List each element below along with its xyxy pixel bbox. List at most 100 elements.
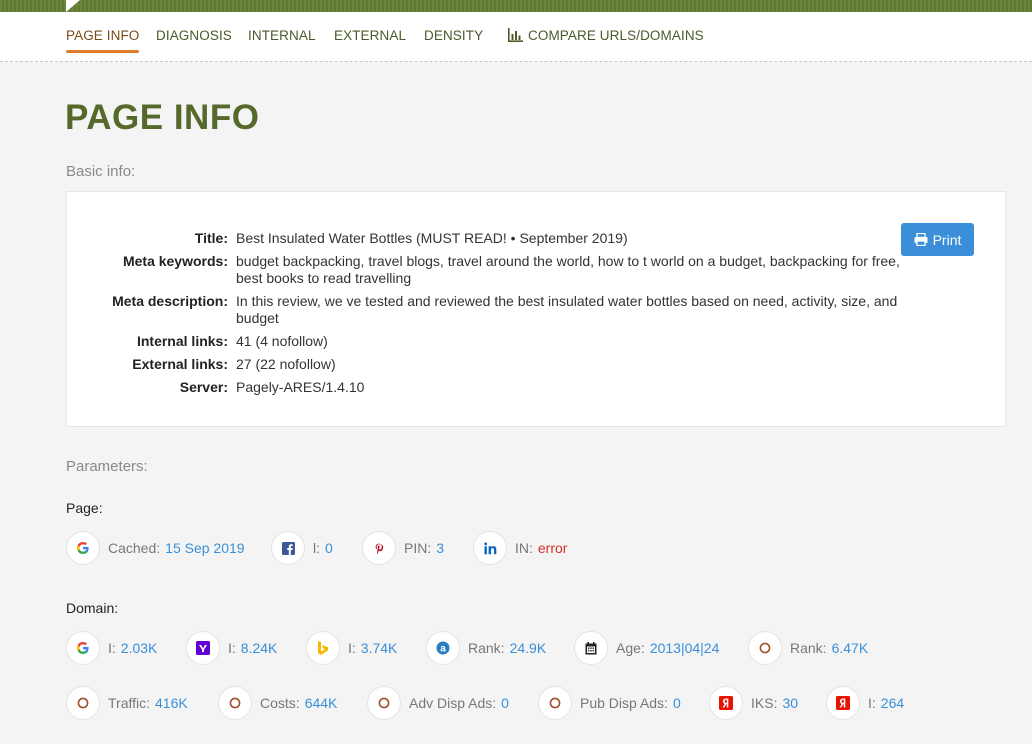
- info-row-meta-description: Meta description: In this review, we ve …: [67, 293, 907, 327]
- metric-label: I:: [348, 640, 356, 656]
- metric-label: Pub Disp Ads:: [580, 695, 668, 711]
- metric-value[interactable]: 2013|04|24: [650, 640, 720, 656]
- nav-tab-density[interactable]: DENSITY: [424, 28, 483, 43]
- metric-yahoo-index: I: 8.24K: [186, 631, 277, 665]
- metric-value[interactable]: 0: [325, 540, 333, 556]
- metric-pinterest: PIN: 3: [362, 531, 444, 565]
- metric-label: l:: [313, 540, 320, 556]
- nav-tab-page-info[interactable]: PAGE INFO: [66, 28, 140, 53]
- metric-label: IN:: [515, 540, 533, 556]
- metric-value[interactable]: 416K: [155, 695, 188, 711]
- info-label: External links:: [132, 356, 228, 372]
- info-label: Meta description:: [112, 293, 228, 309]
- svg-text:a: a: [440, 643, 446, 654]
- metric-label: Age:: [616, 640, 645, 656]
- info-value: 27 (22 nofollow): [236, 356, 336, 372]
- linkedin-icon: [473, 531, 507, 565]
- metric-value[interactable]: 6.47K: [832, 640, 869, 656]
- calendar-icon: [574, 631, 608, 665]
- metric-value[interactable]: 0: [501, 695, 509, 711]
- semrush-icon: [218, 686, 252, 720]
- metric-alexa-rank: a Rank: 24.9K: [426, 631, 546, 665]
- metric-value[interactable]: 3.74K: [361, 640, 398, 656]
- metric-value[interactable]: 264: [881, 695, 904, 711]
- info-value: Best Insulated Water Bottles (MUST READ!…: [236, 230, 628, 246]
- print-button-label: Print: [932, 231, 962, 248]
- printer-icon: [914, 233, 928, 246]
- info-row-title: Title: Best Insulated Water Bottles (MUS…: [67, 230, 907, 247]
- info-value: 41 (4 nofollow): [236, 333, 328, 349]
- metric-adv-disp-ads: Adv Disp Ads: 0: [367, 686, 509, 720]
- parameters-heading: Parameters:: [66, 458, 148, 475]
- metric-value[interactable]: 30: [782, 695, 798, 711]
- metric-label: Rank:: [468, 640, 505, 656]
- info-value: budget backpacking, travel blogs, travel…: [236, 253, 900, 286]
- metric-google-cached: Cached: 15 Sep 2019: [66, 531, 245, 565]
- metric-semrush-costs: Costs: 644K: [218, 686, 337, 720]
- semrush-icon: [748, 631, 782, 665]
- basic-info-panel: Title: Best Insulated Water Bottles (MUS…: [66, 191, 1006, 427]
- metric-label: Costs:: [260, 695, 300, 711]
- top-decorative-bar: [0, 0, 1032, 12]
- metric-facebook: l: 0: [271, 531, 333, 565]
- metric-bing-index: I: 3.74K: [306, 631, 397, 665]
- metric-yandex-iks: IKS: 30: [709, 686, 798, 720]
- print-button[interactable]: Print: [901, 223, 974, 256]
- google-icon: [66, 631, 100, 665]
- bar-chart-icon: [508, 28, 523, 42]
- metric-label: Adv Disp Ads:: [409, 695, 497, 711]
- metric-value[interactable]: 24.9K: [510, 640, 547, 656]
- info-label: Internal links:: [136, 333, 228, 349]
- top-bar-notch: [66, 0, 80, 12]
- info-label: Server:: [179, 379, 228, 395]
- info-label: Title:: [194, 230, 228, 246]
- metric-pub-disp-ads: Pub Disp Ads: 0: [538, 686, 681, 720]
- info-row-external-links: External links: 27 (22 nofollow): [67, 356, 907, 373]
- metric-label: Rank:: [790, 640, 827, 656]
- page-title: PAGE INFO: [65, 98, 260, 137]
- metric-google-index: I: 2.03K: [66, 631, 157, 665]
- nav-tab-external[interactable]: EXTERNAL: [334, 28, 406, 43]
- pinterest-icon: [362, 531, 396, 565]
- yandex-icon: [826, 686, 860, 720]
- metric-value[interactable]: 2.03K: [121, 640, 158, 656]
- metric-label: Cached:: [108, 540, 161, 556]
- metric-domain-age: Age: 2013|04|24: [574, 631, 719, 665]
- top-navigation: PAGE INFO DIAGNOSIS INTERNAL EXTERNAL DE…: [0, 12, 1032, 62]
- metric-value[interactable]: 15 Sep 2019: [165, 540, 244, 556]
- nav-tab-compare[interactable]: COMPARE URLS/DOMAINS: [508, 28, 704, 43]
- metric-label: I:: [228, 640, 236, 656]
- metric-value[interactable]: 3: [436, 540, 444, 556]
- nav-tab-diagnosis[interactable]: DIAGNOSIS: [156, 28, 232, 43]
- bing-icon: [306, 631, 340, 665]
- metric-label: I:: [868, 695, 876, 711]
- metric-label: PIN:: [404, 540, 432, 556]
- metric-value[interactable]: error: [538, 540, 568, 556]
- alexa-icon: a: [426, 631, 460, 665]
- info-value: Pagely-ARES/1.4.10: [236, 379, 365, 395]
- metric-value[interactable]: 644K: [305, 695, 338, 711]
- semrush-icon: [367, 686, 401, 720]
- metric-semrush-traffic: Traffic: 416K: [66, 686, 188, 720]
- metric-label: IKS:: [751, 695, 778, 711]
- info-label: Meta keywords:: [122, 253, 228, 269]
- google-icon: [66, 531, 100, 565]
- metric-label: Traffic:: [108, 695, 151, 711]
- metric-value[interactable]: 0: [673, 695, 681, 711]
- metric-label: I:: [108, 640, 116, 656]
- semrush-icon: [66, 686, 100, 720]
- nav-tab-compare-label: COMPARE URLS/DOMAINS: [528, 28, 704, 43]
- info-row-server: Server: Pagely-ARES/1.4.10: [67, 379, 907, 396]
- page-group-label: Page:: [66, 500, 103, 516]
- yandex-icon: [709, 686, 743, 720]
- metric-semrush-rank: Rank: 6.47K: [748, 631, 868, 665]
- nav-tab-internal[interactable]: INTERNAL: [248, 28, 316, 43]
- info-value: In this review, we ve tested and reviewe…: [236, 293, 898, 326]
- metric-value[interactable]: 8.24K: [241, 640, 278, 656]
- domain-group-label: Domain:: [66, 600, 119, 616]
- info-row-internal-links: Internal links: 41 (4 nofollow): [67, 333, 907, 350]
- yahoo-icon: [186, 631, 220, 665]
- metric-linkedin: IN: error: [473, 531, 567, 565]
- semrush-icon: [538, 686, 572, 720]
- facebook-icon: [271, 531, 305, 565]
